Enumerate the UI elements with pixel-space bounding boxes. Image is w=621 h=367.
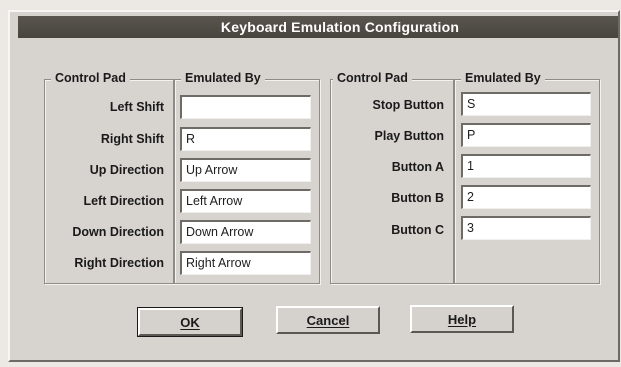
label-right-direction: Right Direction xyxy=(74,256,164,270)
label-left-direction: Left Direction xyxy=(83,194,164,208)
window-title: Keyboard Emulation Configuration xyxy=(220,19,460,35)
button-b-field[interactable]: 2 xyxy=(461,185,591,209)
label-left-shift: Left Shift xyxy=(109,100,164,114)
stop-button-field[interactable]: S xyxy=(461,92,591,116)
label-right-shift: Right Shift xyxy=(100,132,164,146)
left-emulated-by-header: Emulated By xyxy=(181,71,265,85)
down-direction-field[interactable]: Down Arrow xyxy=(180,220,311,244)
label-stop-button: Stop Button xyxy=(372,98,444,112)
label-button-b: Button B xyxy=(391,191,444,205)
button-a-field[interactable]: 1 xyxy=(461,154,591,178)
help-button[interactable]: Help xyxy=(410,305,514,333)
play-button-field[interactable]: P xyxy=(461,123,591,147)
label-down-direction: Down Direction xyxy=(72,225,164,239)
cancel-button-label: Cancel xyxy=(306,312,350,328)
ok-button[interactable]: OK xyxy=(137,307,243,337)
label-button-c: Button C xyxy=(391,223,444,237)
up-direction-field[interactable]: Up Arrow xyxy=(180,158,311,182)
right-control-pad-header: Control Pad xyxy=(333,71,412,85)
left-control-pad-header: Control Pad xyxy=(51,71,130,85)
title-bar[interactable]: Keyboard Emulation Configuration xyxy=(18,16,618,38)
label-button-a: Button A xyxy=(391,160,444,174)
right-shift-field[interactable]: R xyxy=(180,127,311,151)
left-shift-field[interactable] xyxy=(180,95,311,119)
right-direction-field[interactable]: Right Arrow xyxy=(180,251,311,275)
label-up-direction: Up Direction xyxy=(89,163,164,177)
help-button-label: Help xyxy=(447,311,477,327)
left-direction-field[interactable]: Left Arrow xyxy=(180,189,311,213)
label-play-button: Play Button xyxy=(374,129,444,143)
cancel-button[interactable]: Cancel xyxy=(276,306,380,334)
right-emulated-by-header: Emulated By xyxy=(461,71,545,85)
button-c-field[interactable]: 3 xyxy=(461,216,591,240)
ok-button-label: OK xyxy=(180,314,200,330)
